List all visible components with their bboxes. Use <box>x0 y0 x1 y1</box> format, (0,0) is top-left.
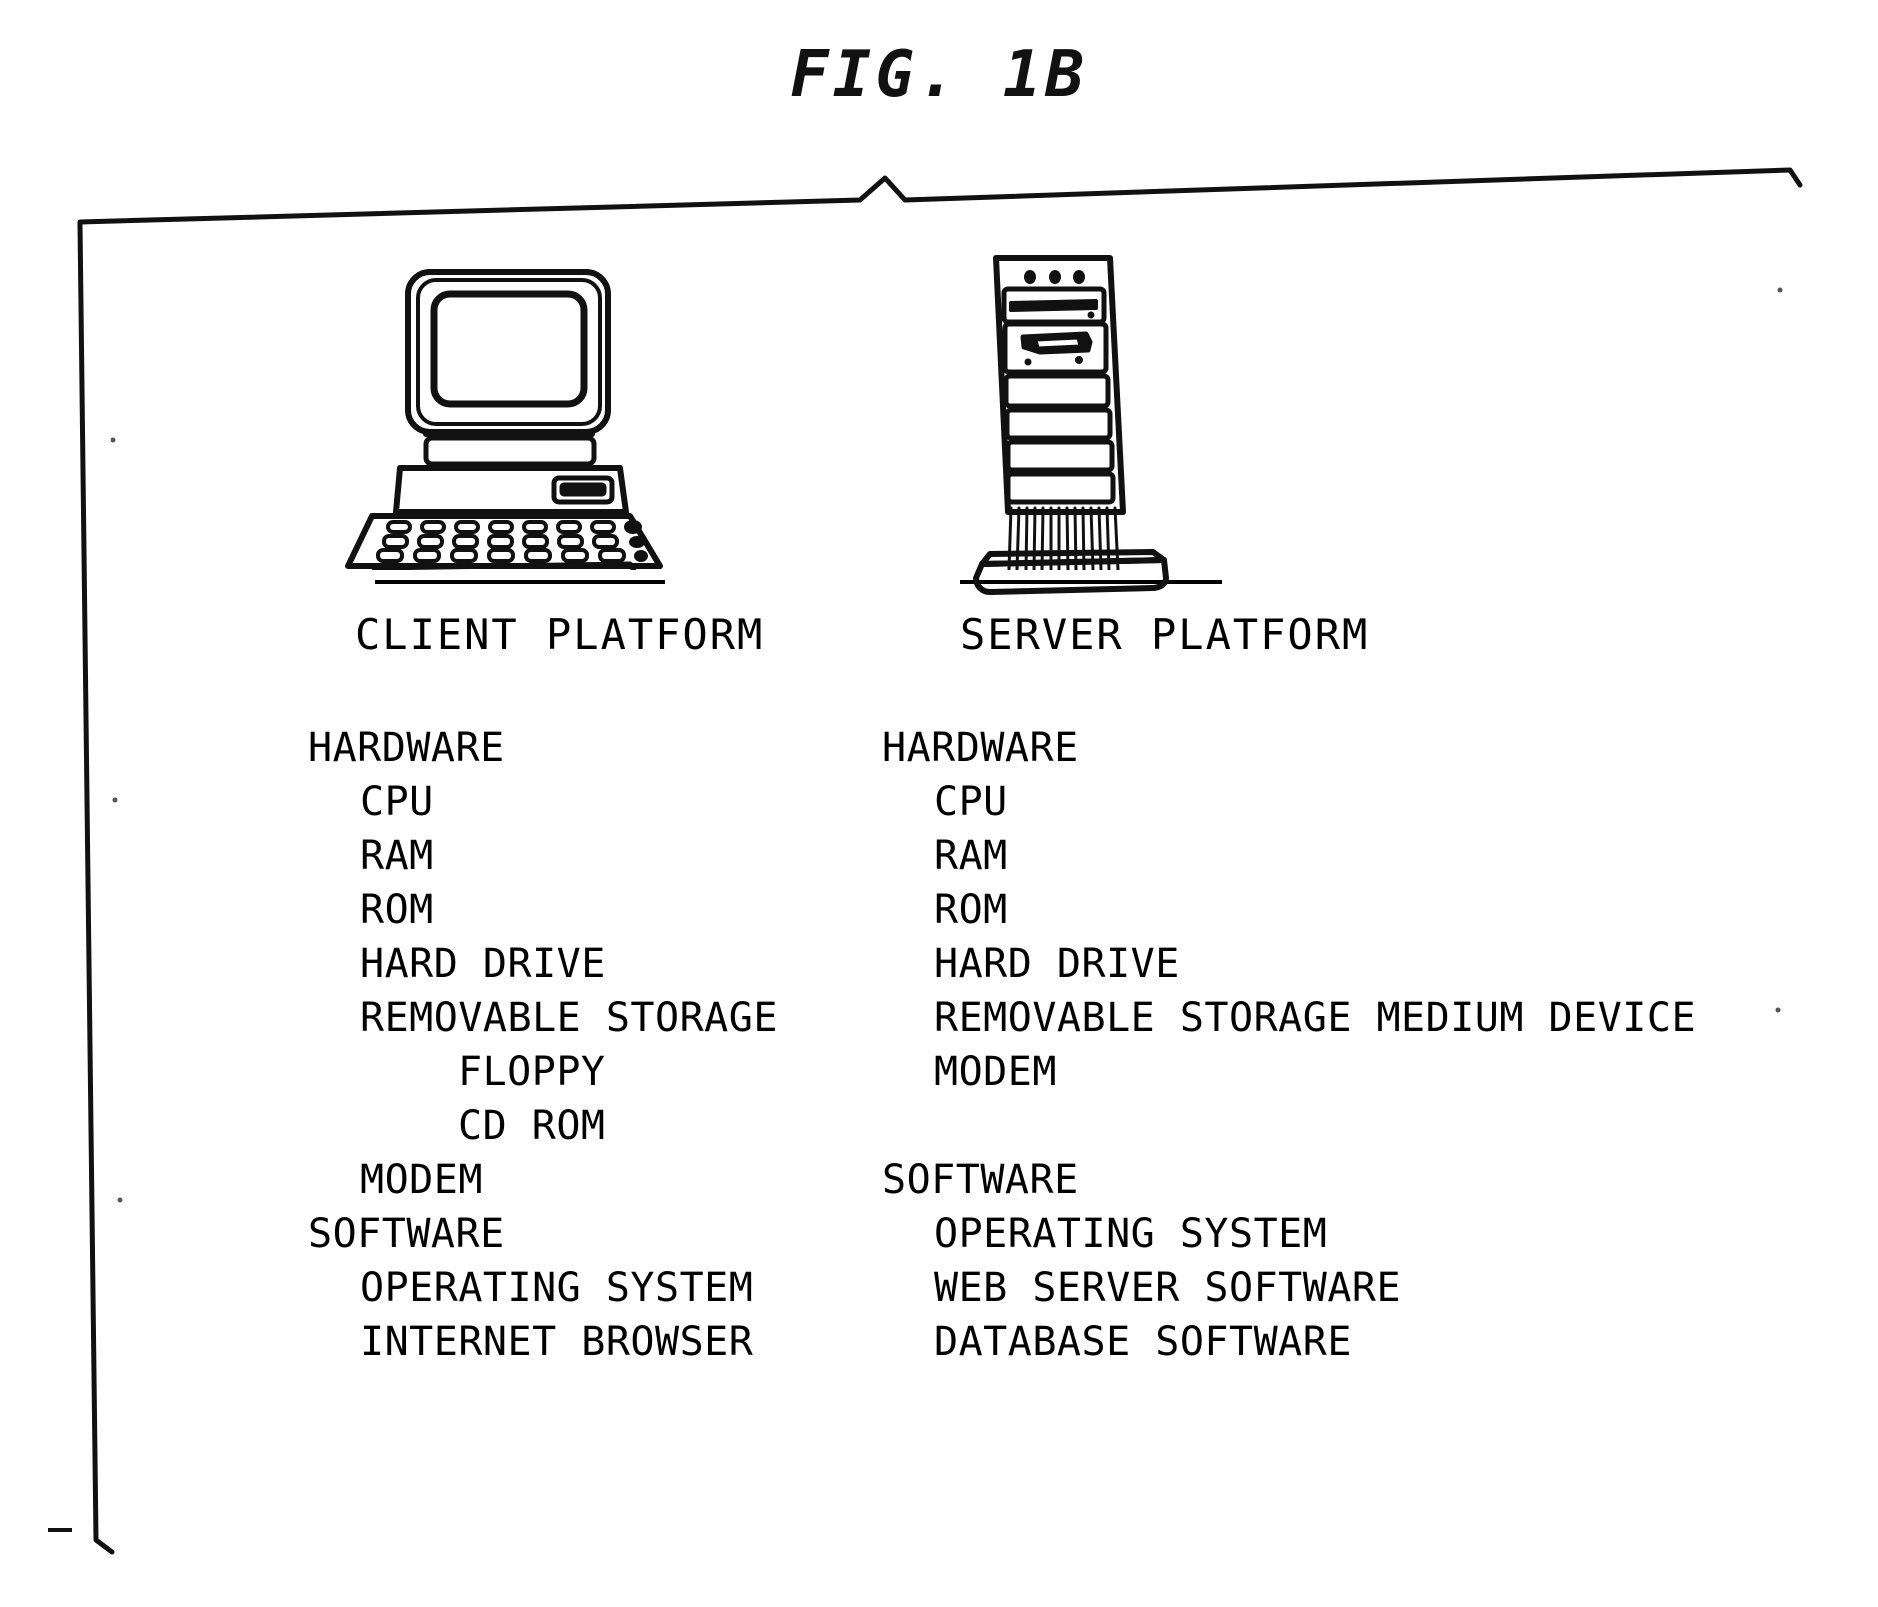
client-platform-column: CLIENT PLATFORM HARDWARE CPU RAM ROM HAR… <box>308 250 850 1369</box>
list-item: SOFTWARE <box>308 1211 505 1257</box>
list-item: MODEM <box>934 1049 1057 1095</box>
list-item: INTERNET BROWSER <box>360 1319 754 1365</box>
list-item: DATABASE SOFTWARE <box>934 1319 1352 1365</box>
server-spec-list: HARDWARE CPU RAM ROM HARD DRIVE REMOVABL… <box>882 721 1740 1369</box>
server-tower-icon <box>993 255 1126 570</box>
list-item: RAM <box>934 833 1008 879</box>
list-item: FLOPPY <box>458 1049 606 1095</box>
list-item: RAM <box>360 833 434 879</box>
list-gap <box>882 1099 1740 1153</box>
list-item: HARDWARE <box>308 725 505 771</box>
desktop-computer-icon <box>345 269 663 570</box>
client-platform-label: CLIENT PLATFORM <box>355 610 765 659</box>
list-item: REMOVABLE STORAGE MEDIUM DEVICE <box>934 995 1697 1041</box>
list-item: ROM <box>934 887 1008 933</box>
server-platform-label: SERVER PLATFORM <box>960 610 1370 659</box>
list-item: HARD DRIVE <box>360 941 606 987</box>
list-item: REMOVABLE STORAGE <box>360 995 778 1041</box>
list-item: MODEM <box>360 1157 483 1203</box>
list-item: HARD DRIVE <box>934 941 1180 987</box>
server-base-pedestal <box>973 549 1169 595</box>
list-item: CPU <box>360 779 434 825</box>
list-item: CD ROM <box>458 1103 606 1149</box>
list-item: WEB SERVER SOFTWARE <box>934 1265 1402 1311</box>
client-platform-artwork <box>330 250 850 580</box>
client-platform-underline <box>375 580 665 584</box>
server-platform-column: SERVER PLATFORM HARDWARE CPU RAM ROM HAR… <box>882 250 1740 1369</box>
list-item: HARDWARE <box>882 725 1079 771</box>
client-spec-list: HARDWARE CPU RAM ROM HARD DRIVE REMOVABL… <box>308 721 850 1369</box>
list-item: ROM <box>360 887 434 933</box>
list-item: OPERATING SYSTEM <box>934 1211 1328 1257</box>
list-item: OPERATING SYSTEM <box>360 1265 754 1311</box>
list-item: CPU <box>934 779 1008 825</box>
server-platform-artwork <box>960 250 1740 595</box>
figure-title: FIG. 1B <box>790 38 1088 112</box>
list-item: SOFTWARE <box>882 1157 1079 1203</box>
